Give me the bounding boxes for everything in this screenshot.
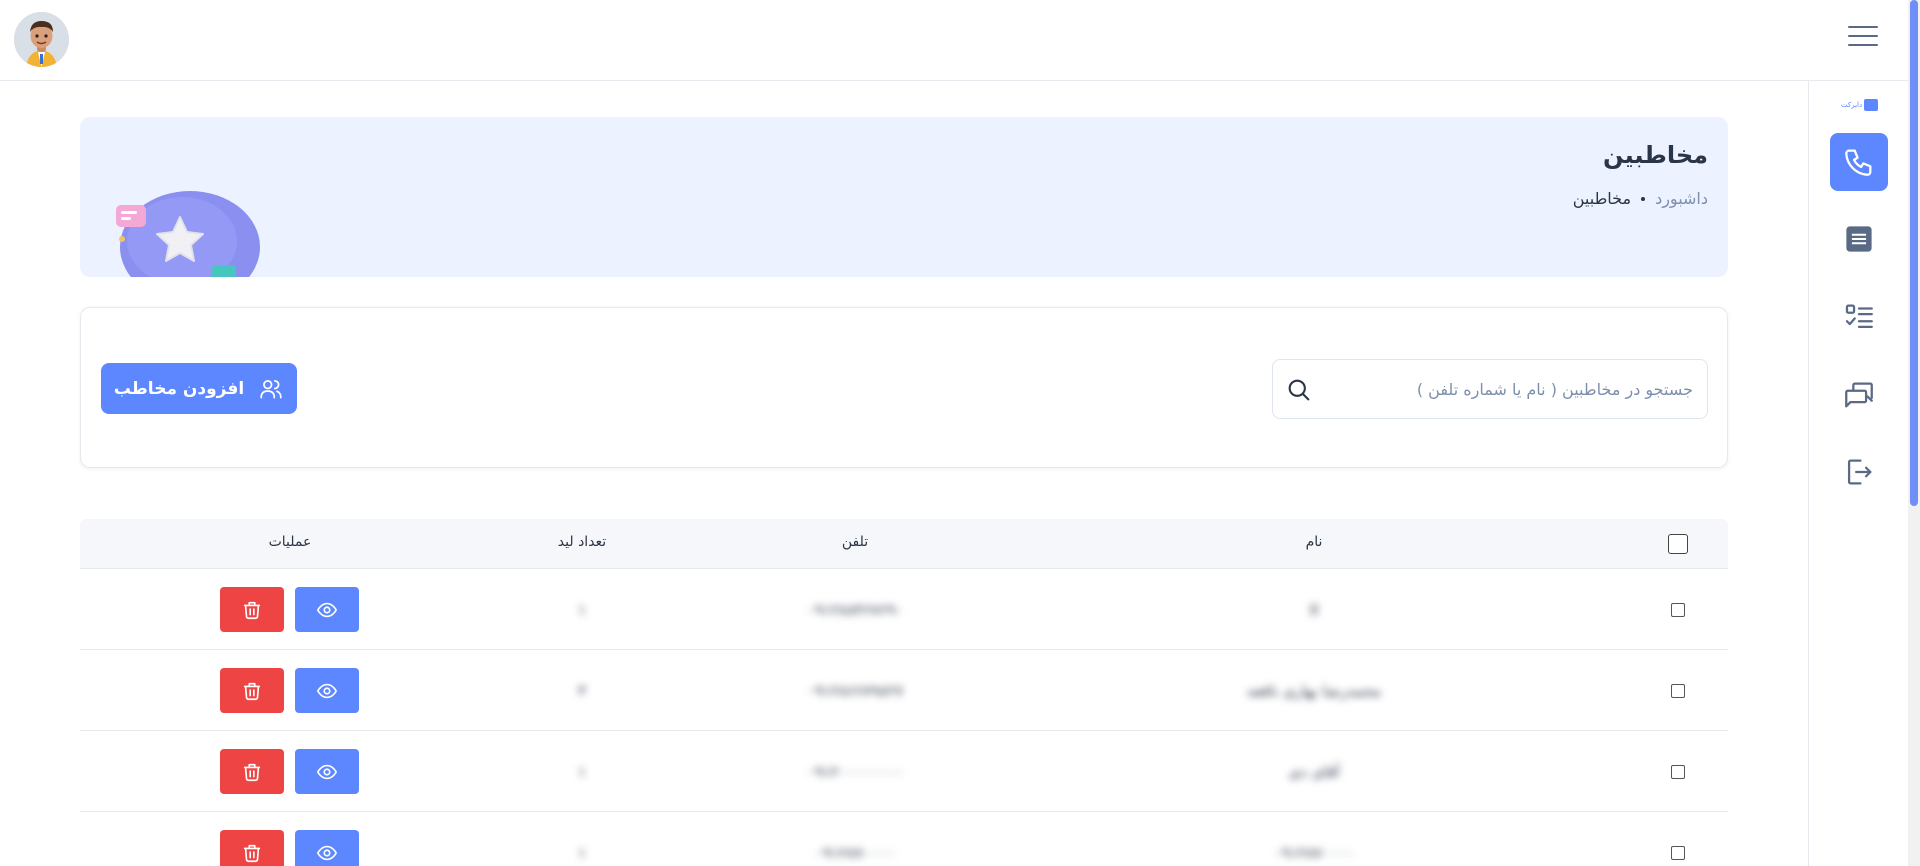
- table-row: II ۰۹۱۲۸۸۴۶۷۶۹۰ ۱: [80, 569, 1728, 650]
- search-input[interactable]: [1329, 360, 1693, 418]
- breadcrumb-separator: [1641, 196, 1646, 201]
- sidebar-item-tasks[interactable]: [1830, 288, 1888, 346]
- scrollbar-thumb[interactable]: [1910, 0, 1918, 506]
- logout-icon: [1847, 459, 1872, 485]
- column-header-leads[interactable]: تعداد لید: [544, 519, 620, 569]
- app-root: دایرکت مخاطبین داشبورد مخاطبین جستجو در …: [0, 0, 1920, 866]
- trash-icon: [243, 601, 261, 619]
- contact-lead-count: ۳: [577, 681, 587, 700]
- contact-name: آقای دی: [1288, 762, 1340, 781]
- search-box: [1272, 359, 1708, 419]
- contact-phone: ۰۹۱۲۸۶۶۷۹۸۲۷: [806, 681, 904, 700]
- view-button[interactable]: [295, 830, 359, 866]
- trash-icon: [243, 844, 261, 862]
- row-checkbox[interactable]: [1671, 764, 1685, 779]
- search-icon[interactable]: [1285, 376, 1313, 404]
- trash-icon: [243, 763, 261, 781]
- select-all-checkbox[interactable]: [1668, 534, 1688, 554]
- table-header: نام تلفن تعداد لید عملیات: [80, 519, 1728, 569]
- breadcrumb-current: مخاطبین: [1572, 189, 1632, 208]
- brand-logo-mark: [1864, 99, 1879, 111]
- row-checkbox[interactable]: [1671, 602, 1685, 617]
- table-row: ۰۹۱۲۸۷۰۰۰۰ ۰۹۱۲۸۷۰۰۰۰ ۱: [80, 812, 1728, 866]
- eye-icon: [317, 602, 337, 617]
- menu-line: [1848, 35, 1878, 37]
- column-header-operations: عملیات: [268, 534, 312, 550]
- eye-icon: [317, 845, 337, 860]
- row-checkbox[interactable]: [1671, 845, 1685, 860]
- brand-logo[interactable]: دایرکت: [1841, 97, 1881, 113]
- contact-lead-count: ۱: [577, 843, 587, 862]
- menu-line: [1848, 44, 1878, 46]
- breadcrumb-home-link[interactable]: داشبورد: [1655, 189, 1708, 208]
- breadcrumb: داشبورد مخاطبین: [1573, 189, 1708, 208]
- sidebar-item-logout[interactable]: [1830, 443, 1888, 501]
- row-checkbox-cell: [1648, 812, 1708, 866]
- hamburger-menu-icon[interactable]: [1848, 26, 1878, 52]
- column-header-phone[interactable]: تلفن: [725, 519, 985, 569]
- contact-name: II: [1309, 600, 1319, 619]
- column-header-name[interactable]: نام: [1130, 519, 1498, 569]
- users-icon: [260, 379, 282, 399]
- sidebar: دایرکت: [1808, 81, 1908, 866]
- toolbar-card: افزودن مخاطب: [80, 307, 1728, 468]
- delete-button[interactable]: [220, 749, 284, 794]
- delete-button[interactable]: [220, 587, 284, 632]
- contact-lead-count: ۱: [577, 600, 587, 619]
- brand-logo-text: دایرکت: [1841, 101, 1863, 109]
- view-button[interactable]: [295, 749, 359, 794]
- page-header-card: مخاطبین داشبورد مخاطبین: [80, 117, 1728, 277]
- checklist-icon: [1845, 304, 1873, 329]
- view-button[interactable]: [295, 587, 359, 632]
- add-contact-button[interactable]: افزودن مخاطب: [101, 363, 297, 414]
- eye-icon: [317, 683, 337, 698]
- table-row: محمدرضا بهاری نافعه ۰۹۱۲۸۶۶۷۹۸۲۷ ۳: [80, 650, 1728, 731]
- user-avatar[interactable]: [14, 12, 69, 67]
- eye-icon: [317, 764, 337, 779]
- contact-phone: ۰۹۱۲۸۸۴۶۷۶۹۰: [806, 600, 904, 619]
- sidebar-item-list[interactable]: [1830, 210, 1888, 268]
- star-chat-illustration: [116, 191, 260, 277]
- contact-phone: ۰۹۱۲۰۰۰۰۰۰۰۰: [806, 762, 904, 781]
- contacts-table: نام تلفن تعداد لید عملیات II ۰۹۱۲۸۸۴۶۷۶۹…: [80, 519, 1728, 866]
- add-contact-label: افزودن مخاطب: [113, 378, 245, 399]
- avatar-illustration: [14, 12, 69, 67]
- contact-lead-count: ۱: [577, 762, 587, 781]
- row-checkbox-cell: [1648, 731, 1708, 812]
- contact-phone: ۰۹۱۲۸۷۰۰۰۰: [814, 843, 896, 862]
- row-checkbox-cell: [1648, 650, 1708, 731]
- messages-icon: [1845, 382, 1873, 408]
- sidebar-item-contacts[interactable]: [1830, 133, 1888, 191]
- menu-line: [1848, 26, 1878, 28]
- phone-icon: [1845, 149, 1872, 176]
- contact-name: محمدرضا بهاری نافعه: [1246, 681, 1382, 700]
- row-checkbox[interactable]: [1671, 683, 1685, 698]
- trash-icon: [243, 682, 261, 700]
- sidebar-item-messages[interactable]: [1830, 366, 1888, 424]
- delete-button[interactable]: [220, 830, 284, 866]
- page-title: مخاطبین: [1603, 141, 1708, 169]
- delete-button[interactable]: [220, 668, 284, 713]
- view-button[interactable]: [295, 668, 359, 713]
- contact-name: ۰۹۱۲۸۷۰۰۰۰: [1273, 843, 1355, 862]
- header-checkbox-cell: [1648, 519, 1708, 569]
- table-row: آقای دی ۰۹۱۲۰۰۰۰۰۰۰۰ ۱: [80, 731, 1728, 812]
- top-bar: [0, 0, 1908, 81]
- row-checkbox-cell: [1648, 569, 1708, 650]
- list-icon: [1846, 226, 1872, 252]
